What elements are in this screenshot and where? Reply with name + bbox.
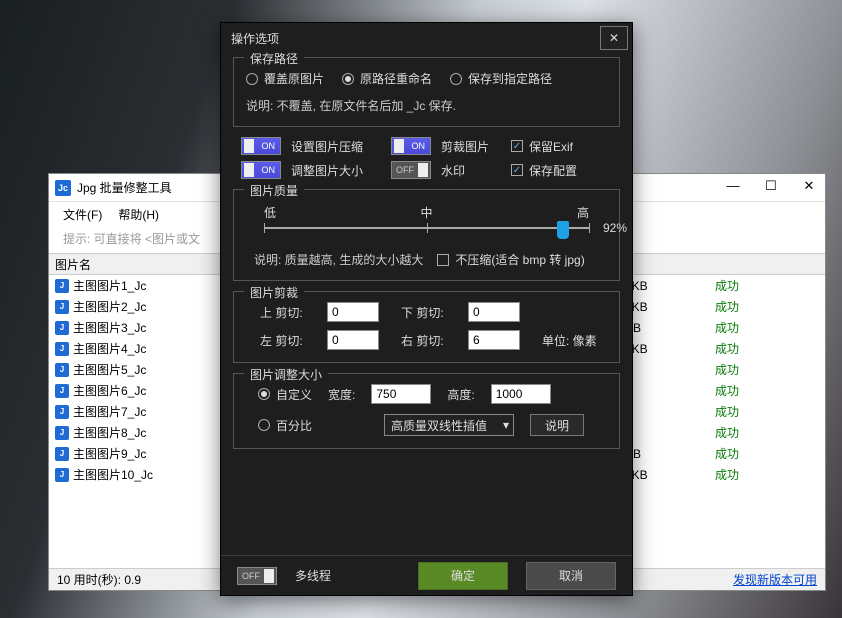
crop-right-label: 右 剪切: [401, 332, 454, 349]
update-link[interactable]: 发现新版本可用 [733, 571, 817, 588]
jpg-file-icon: J [55, 363, 69, 377]
close-button[interactable]: ✕ [797, 178, 821, 194]
label-multithread: 多线程 [295, 567, 331, 584]
file-status: 成功 [709, 466, 825, 483]
height-label: 高度: [447, 386, 474, 403]
file-name: 主图图片9_Jc [73, 445, 146, 462]
radio-rename[interactable]: 原路径重命名 [342, 70, 432, 87]
label-watermark: 水印 [441, 162, 501, 179]
file-status: 成功 [709, 340, 825, 357]
jpg-file-icon: J [55, 300, 69, 314]
crop-bottom-input[interactable] [468, 302, 520, 322]
radio-size-custom[interactable]: 自定义 [258, 386, 312, 403]
slider-thumb[interactable] [557, 221, 569, 239]
toggle-compress[interactable]: ON [241, 137, 281, 155]
quality-desc: 说明: 质量越高, 生成的大小越大 [254, 251, 423, 268]
toggle-resize[interactable]: ON [241, 161, 281, 179]
chevron-down-icon: ▾ [503, 418, 509, 432]
file-name: 主图图片4_Jc [73, 340, 146, 357]
jpg-file-icon: J [55, 468, 69, 482]
file-name: 主图图片10_Jc [73, 466, 153, 483]
label-resize: 调整图片大小 [291, 162, 381, 179]
file-status: 成功 [709, 445, 825, 462]
check-exif[interactable]: 保留Exif [511, 138, 573, 155]
label-compress: 设置图片压缩 [291, 138, 381, 155]
radio-size-percent[interactable]: 百分比 [258, 417, 312, 434]
toggle-crop[interactable]: ON [391, 137, 431, 155]
check-save-config[interactable]: 保存配置 [511, 162, 577, 179]
jpg-file-icon: J [55, 384, 69, 398]
minimize-button[interactable]: — [721, 178, 745, 194]
height-input[interactable] [491, 384, 551, 404]
width-label: 宽度: [328, 386, 355, 403]
status-left: 10 用时(秒): 0.9 [57, 571, 141, 588]
file-name: 主图图片1_Jc [73, 277, 146, 294]
group-crop: 图片剪裁 上 剪切: 下 剪切: 左 剪切: 右 剪切: 单位: 像素 [233, 291, 620, 363]
main-title: Jpg 批量修整工具 [77, 179, 172, 196]
options-modal: 操作选项 ✕ 保存路径 覆盖原图片 原路径重命名 保存到指定路径 说明: 不覆盖… [220, 22, 633, 596]
jpg-file-icon: J [55, 279, 69, 293]
crop-right-input[interactable] [468, 330, 520, 350]
modal-title: 操作选项 [231, 30, 279, 47]
modal-close-button[interactable]: ✕ [600, 26, 628, 50]
width-input[interactable] [371, 384, 431, 404]
file-status: 成功 [709, 319, 825, 336]
slider-labels: 低中高 [264, 204, 589, 221]
file-name: 主图图片2_Jc [73, 298, 146, 315]
crop-unit: 单位: 像素 [542, 332, 607, 349]
quality-slider[interactable]: 92% [264, 227, 589, 229]
file-status: 成功 [709, 424, 825, 441]
crop-bottom-label: 下 剪切: [401, 304, 454, 321]
file-status: 成功 [709, 298, 825, 315]
group-resize: 图片调整大小 自定义 宽度: 高度: 百分比 高质量双线性插值 ▾ 说明 [233, 373, 620, 449]
label-crop: 剪裁图片 [441, 138, 501, 155]
crop-top-input[interactable] [327, 302, 379, 322]
jpg-file-icon: J [55, 321, 69, 335]
file-name: 主图图片5_Jc [73, 361, 146, 378]
crop-top-label: 上 剪切: [260, 304, 313, 321]
modal-titlebar: 操作选项 ✕ [221, 23, 632, 53]
check-no-compress[interactable]: 不压缩(适合 bmp 转 jpg) [437, 251, 584, 268]
file-status: 成功 [709, 403, 825, 420]
menu-help[interactable]: 帮助(H) [118, 206, 159, 223]
jpg-file-icon: J [55, 426, 69, 440]
toggle-multithread[interactable]: OFF [237, 567, 277, 585]
window-controls: — ☐ ✕ [721, 178, 821, 194]
group-save-path: 保存路径 覆盖原图片 原路径重命名 保存到指定路径 说明: 不覆盖, 在原文件名… [233, 57, 620, 127]
toggle-watermark[interactable]: OFF [391, 161, 431, 179]
file-name: 主图图片3_Jc [73, 319, 146, 336]
group-title: 保存路径 [244, 50, 304, 67]
group-quality: 图片质量 低中高 92% 说明: 质量越高, 生成的大小越大 不压缩(适合 bm… [233, 189, 620, 281]
radio-custom-path[interactable]: 保存到指定路径 [450, 70, 552, 87]
file-name: 主图图片7_Jc [73, 403, 146, 420]
cancel-button[interactable]: 取消 [526, 562, 616, 590]
radio-overwrite[interactable]: 覆盖原图片 [246, 70, 324, 87]
interp-select[interactable]: 高质量双线性插值 ▾ [384, 414, 514, 436]
file-status: 成功 [709, 277, 825, 294]
save-desc: 说明: 不覆盖, 在原文件名后加 _Jc 保存. [246, 97, 607, 114]
jpg-file-icon: J [55, 447, 69, 461]
maximize-button[interactable]: ☐ [759, 178, 783, 194]
ok-button[interactable]: 确定 [418, 562, 508, 590]
resize-desc-button[interactable]: 说明 [530, 414, 584, 436]
file-status: 成功 [709, 382, 825, 399]
jpg-file-icon: J [55, 342, 69, 356]
menu-file[interactable]: 文件(F) [63, 206, 102, 223]
file-status: 成功 [709, 361, 825, 378]
file-name: 主图图片8_Jc [73, 424, 146, 441]
modal-footer: OFF 多线程 确定 取消 [221, 555, 632, 595]
jpg-file-icon: J [55, 405, 69, 419]
file-name: 主图图片6_Jc [73, 382, 146, 399]
crop-left-input[interactable] [327, 330, 379, 350]
slider-value: 92% [603, 221, 627, 235]
crop-left-label: 左 剪切: [260, 332, 313, 349]
app-icon: Jc [55, 180, 71, 196]
